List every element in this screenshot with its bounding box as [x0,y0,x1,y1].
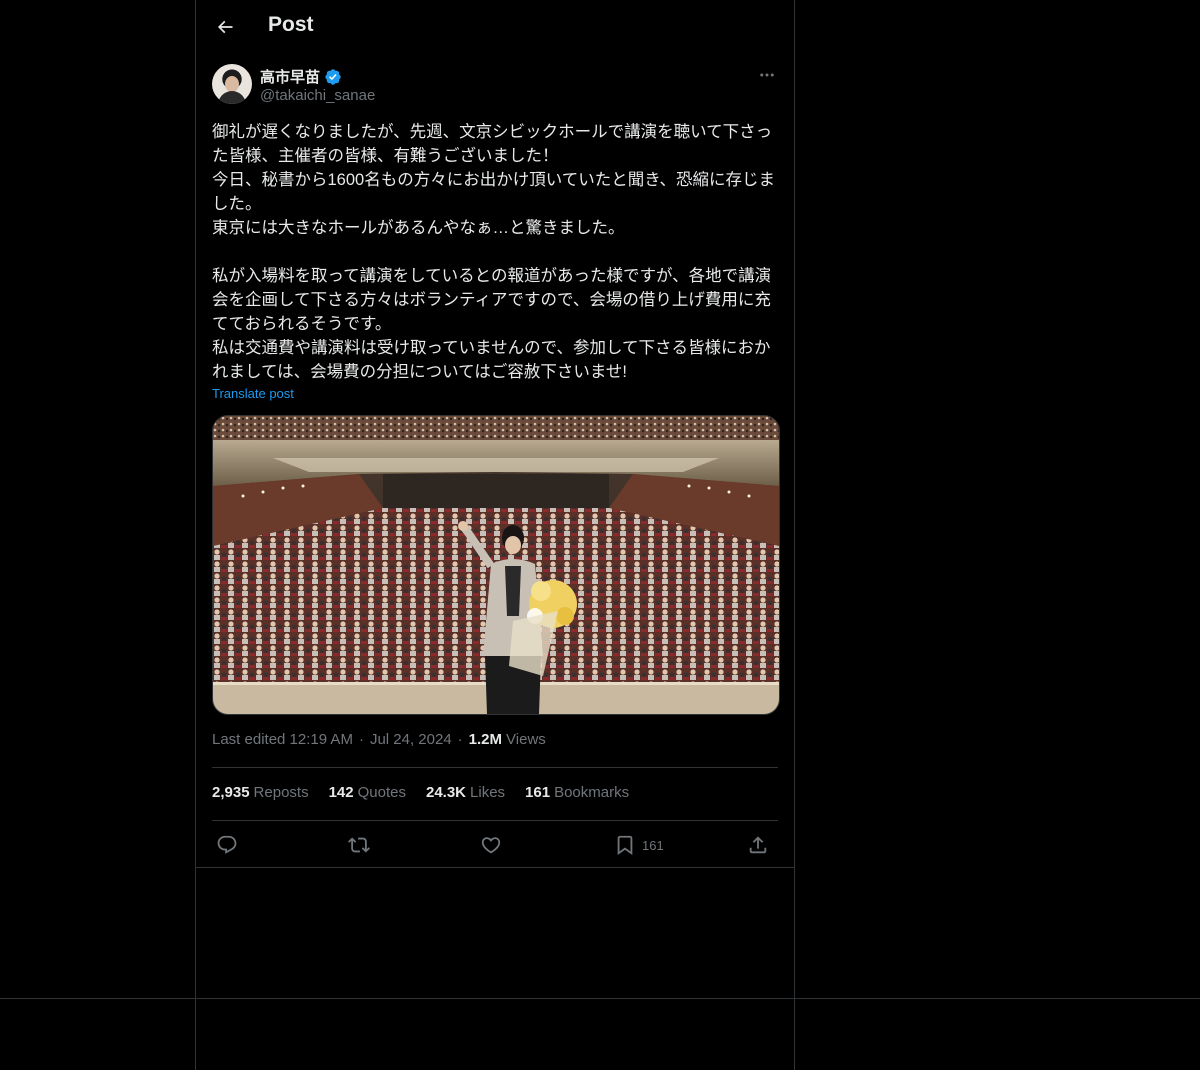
views-label: Views [506,731,546,748]
reposts-count: 2,935 [212,784,250,801]
author-row: 高市早苗 @takaichi_sanae [212,64,778,108]
divider [212,820,778,821]
likes-label: Likes [470,784,506,801]
back-button[interactable] [208,10,242,44]
meta-separator: · [457,731,463,748]
action-bar: 161 [212,830,778,860]
reply-button[interactable] [216,830,238,860]
verified-badge-icon [325,68,341,85]
bookmarks-label: Bookmarks [554,784,630,801]
reposts-stat[interactable]: 2,935 Reposts [212,784,309,801]
divider [212,767,778,768]
page: Post 高市早苗 @takaichi_sanae 御礼が遅くなりましたが、先週… [0,0,1200,1070]
bookmark-icon [617,835,633,856]
post-column: Post 高市早苗 @takaichi_sanae 御礼が遅くなりましたが、先週… [195,0,795,1070]
post-text: 御礼が遅くなりましたが、先週、文京シビックホールで講演を聴いて下さった皆様、主催… [212,123,776,381]
heart-icon [481,837,501,854]
post-image[interactable] [212,415,780,715]
likes-count: 24.3K [425,784,467,801]
bookmarks-count: 161 [525,784,551,801]
more-horizontal-icon [760,73,774,77]
author-display-name[interactable]: 高市早苗 [260,66,342,87]
auditorium-photo [213,416,779,714]
repost-icon [348,837,370,853]
translate-post-link[interactable]: Translate post [212,386,294,401]
post-header: Post [196,0,794,53]
author-handle[interactable]: @takaichi_sanae [260,87,375,104]
author-name-text: 高市早苗 [260,69,321,86]
reply-icon [217,835,237,854]
post-date[interactable]: Jul 24, 2024 [370,731,452,748]
like-button[interactable] [480,830,502,860]
edited-timestamp[interactable]: Last edited 12:19 AM [212,731,353,748]
share-icon [749,836,767,854]
share-button[interactable] [747,830,769,860]
meta-separator: · [358,731,364,748]
likes-stat[interactable]: 24.3K Likes [426,784,505,801]
quotes-label: Quotes [357,784,406,801]
quotes-stat[interactable]: 142 Quotes [329,784,406,801]
views-count: 1.2M [468,731,503,748]
post-stats: 2,935 Reposts 142 Quotes 24.3K Likes 161 Boo… [212,784,629,801]
post-meta: Last edited 12:19 AM · Jul 24, 2024 · 1.… [212,731,546,748]
repost-button[interactable] [348,830,370,860]
more-options-button[interactable] [756,64,778,86]
bookmarks-stat[interactable]: 161 Bookmarks [525,784,629,801]
page-title: Post [268,13,314,36]
bookmark-count: 161 [642,837,664,853]
avatar[interactable] [212,64,252,104]
reposts-label: Reposts [253,784,309,801]
post-bottom-divider [196,867,794,868]
bookmark-button[interactable]: 161 [614,830,664,860]
arrow-left-icon [217,20,233,34]
quotes-count: 142 [328,784,354,801]
